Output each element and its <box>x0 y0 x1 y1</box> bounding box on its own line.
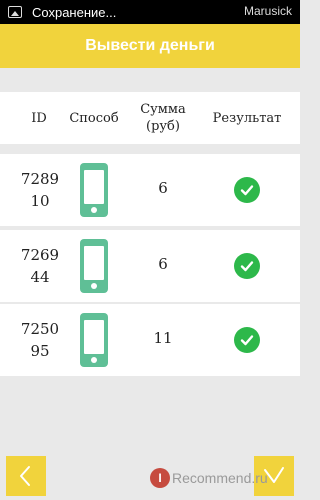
transaction-id-part2: 44 <box>30 268 50 286</box>
check-circle-icon <box>234 177 260 203</box>
phone-icon <box>80 163 108 217</box>
transaction-id-part1: 7250 <box>20 320 60 338</box>
page-title: Вывести деньги <box>85 37 215 54</box>
image-icon <box>8 6 22 18</box>
transaction-id: 7269 44 <box>10 244 70 288</box>
transaction-id-part1: 7289 <box>20 170 60 188</box>
chevron-left-icon <box>20 466 30 486</box>
column-header-method-label: Способ <box>69 110 119 126</box>
status-text: Сохранение... <box>32 4 117 20</box>
transaction-id: 7289 10 <box>10 168 70 212</box>
watermark: I Recommend.ru <box>150 468 268 488</box>
status-watermark: Marusick <box>243 4 292 18</box>
watermark-badge: I <box>150 468 170 488</box>
column-header-result-label: Результат <box>212 110 282 126</box>
status-bar: Сохранение... Marusick <box>0 0 300 24</box>
table-row[interactable]: 7269 44 6 <box>0 230 300 302</box>
amount: 11 <box>153 329 173 347</box>
table-row[interactable]: 7250 95 11 <box>0 304 300 376</box>
column-header-id-label: ID <box>31 110 47 126</box>
column-header-sum-label: Сумма <box>140 102 186 117</box>
transaction-id-part2: 10 <box>30 192 50 210</box>
table-row[interactable]: 7289 10 6 <box>0 154 300 226</box>
transaction-id-part1: 7269 <box>20 246 60 264</box>
check-circle-icon <box>234 253 260 279</box>
check-circle-icon <box>234 327 260 353</box>
column-header-sum: Сумма (руб) <box>126 92 200 144</box>
watermark-text: Recommend.ru <box>172 470 268 486</box>
column-header-sum-unit: (руб) <box>146 119 180 134</box>
column-header-result: Результат <box>204 92 290 144</box>
phone-icon <box>80 239 108 293</box>
transaction-id: 7250 95 <box>10 318 70 362</box>
app-header: Вывести деньги <box>0 24 300 68</box>
phone-icon <box>80 313 108 367</box>
amount: 6 <box>158 255 168 273</box>
amount: 6 <box>158 179 168 197</box>
transaction-id-part2: 95 <box>30 342 50 360</box>
column-header-method: Способ <box>58 92 130 144</box>
table-header: ID Способ Сумма (руб) Результат <box>0 92 300 144</box>
back-button[interactable] <box>6 456 46 496</box>
